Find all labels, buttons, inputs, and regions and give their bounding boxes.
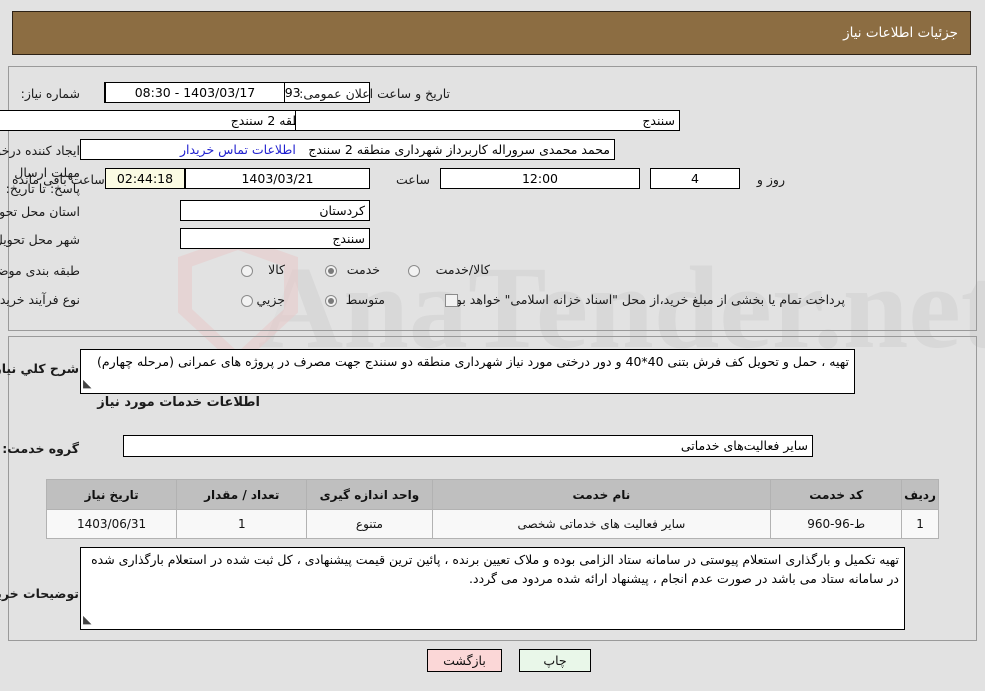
remaining-days-label: روز و bbox=[756, 172, 785, 187]
table-header-row: ردیف کد خدمت نام خدمت واحد اندازه گیری ت… bbox=[45, 479, 939, 510]
th-name: نام خدمت bbox=[431, 479, 772, 510]
service-group-value: سایر فعالیت‌های خدماتی bbox=[123, 435, 813, 457]
th-date: تاریخ نیاز bbox=[45, 479, 178, 510]
description-textarea[interactable]: تهیه ، حمل و تحویل کف فرش بتنی 40*40 و د… bbox=[80, 349, 855, 394]
remaining-days-value: 4 bbox=[650, 168, 740, 189]
city-label: شهر محل تحویل: bbox=[0, 232, 80, 247]
radio-process-medium-label: متوسط bbox=[345, 292, 385, 307]
announcement-value: 1403/03/17 - 08:30 bbox=[105, 82, 285, 103]
creator-label: ایجاد کننده درخواست: bbox=[0, 143, 80, 158]
cell-name: سایر فعالیت های خدماتی شخصی bbox=[431, 509, 772, 539]
table-row: 1 ط-96-960 سایر فعالیت های خدماتی شخصی م… bbox=[45, 509, 939, 539]
checkbox-islamic-treasury[interactable] bbox=[445, 294, 458, 307]
service-group-label: گروه خدمت: bbox=[2, 441, 79, 456]
province-value: کردستان bbox=[180, 200, 370, 221]
radio-process-minor-label: جزیي bbox=[256, 292, 285, 307]
resize-grip-icon-notes[interactable]: ◢ bbox=[83, 610, 91, 629]
category-label: طبقه بندی موضوعی: bbox=[0, 263, 80, 278]
buyer-org-value-cont: سنندج bbox=[295, 110, 680, 131]
cell-row: 1 bbox=[901, 509, 939, 539]
page-header-bar: جزئیات اطلاعات نیاز bbox=[12, 11, 971, 55]
remaining-time-label: ساعت باقی مانده bbox=[12, 172, 105, 187]
radio-category-goods-service[interactable] bbox=[408, 265, 420, 277]
th-row: ردیف bbox=[901, 479, 939, 510]
resize-grip-icon[interactable]: ◢ bbox=[83, 374, 91, 393]
th-code: کد خدمت bbox=[770, 479, 903, 510]
announcement-label: تاریخ و ساعت اعلان عمومی: bbox=[299, 86, 450, 101]
description-text: تهیه ، حمل و تحویل کف فرش بتنی 40*40 و د… bbox=[97, 354, 849, 369]
buyer-notes-text: تهیه تکمیل و بارگذاری استعلام پیوستی در … bbox=[91, 552, 899, 586]
city-value: سنندج bbox=[180, 228, 370, 249]
cell-date: 1403/06/31 bbox=[45, 509, 178, 539]
buyer-contact-link[interactable]: اطلاعات تماس خریدار bbox=[180, 142, 296, 157]
radio-category-goods[interactable] bbox=[241, 265, 253, 277]
deadline-time-value: 12:00 bbox=[440, 168, 640, 189]
radio-process-minor[interactable] bbox=[241, 295, 253, 307]
treasury-note-label: پرداخت تمام یا بخشی از مبلغ خرید،از محل … bbox=[446, 292, 845, 307]
services-table: ردیف کد خدمت نام خدمت واحد اندازه گیری ت… bbox=[45, 479, 939, 539]
services-section-title: اطلاعات خدمات مورد نیاز bbox=[97, 395, 260, 410]
radio-category-service-label: خدمت bbox=[346, 262, 380, 277]
page-root: AnaTender.net جزئیات اطلاعات نیاز شماره … bbox=[0, 0, 985, 691]
remaining-time-value: 02:44:18 bbox=[105, 168, 185, 189]
process-label: نوع فرآیند خرید : bbox=[0, 292, 80, 307]
buyer-notes-label: توضیحات خریدار: bbox=[0, 586, 79, 601]
description-label: شرح کلي نیاز: bbox=[0, 361, 79, 376]
province-label: استان محل تحویل: bbox=[0, 204, 80, 219]
radio-category-service[interactable] bbox=[325, 265, 337, 277]
creator-value: محمد محمدی سروراله کاربرداز شهرداری منطق… bbox=[80, 139, 615, 160]
th-unit: واحد اندازه گیری bbox=[306, 479, 433, 510]
cell-code: ط-96-960 bbox=[770, 509, 903, 539]
radio-process-medium[interactable] bbox=[325, 295, 337, 307]
back-button[interactable]: بازگشت bbox=[427, 649, 502, 672]
print-button[interactable]: چاپ bbox=[519, 649, 591, 672]
deadline-date-value: 1403/03/21 bbox=[185, 168, 370, 189]
cell-qty: 1 bbox=[176, 509, 308, 539]
th-qty: تعداد / مقدار bbox=[176, 479, 308, 510]
radio-category-goods-service-label: کالا/خدمت bbox=[435, 262, 490, 277]
radio-category-goods-label: کالا bbox=[268, 262, 285, 277]
buyer-notes-textarea[interactable]: تهیه تکمیل و بارگذاری استعلام پیوستی در … bbox=[80, 547, 905, 630]
need-number-label: شماره نیاز: bbox=[20, 86, 80, 101]
page-title: جزئیات اطلاعات نیاز bbox=[843, 25, 958, 41]
cell-unit: متنوع bbox=[306, 509, 433, 539]
deadline-time-label: ساعت bbox=[395, 172, 430, 187]
